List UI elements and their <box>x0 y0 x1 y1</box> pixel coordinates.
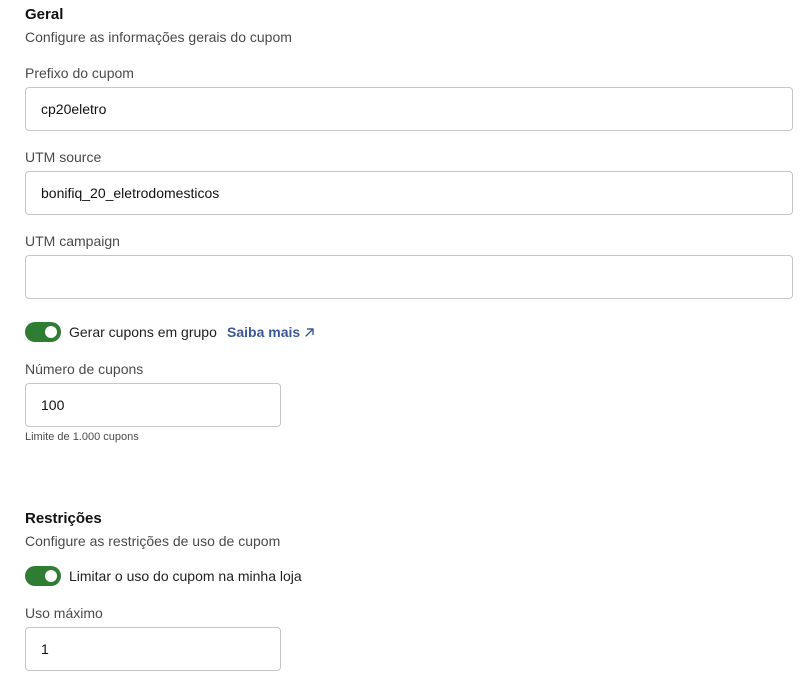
learn-more-link[interactable]: Saiba mais <box>227 324 315 340</box>
group-coupons-toggle-label: Gerar cupons em grupo <box>69 324 217 340</box>
max-use-input[interactable] <box>25 627 281 671</box>
coupon-prefix-label: Prefixo do cupom <box>25 65 134 81</box>
limit-use-toggle-label: Limitar o uso do cupom na minha loja <box>69 568 302 584</box>
general-section-subtitle: Configure as informações gerais do cupom <box>25 29 292 45</box>
coupon-count-helper: Limite de 1.000 cupons <box>25 431 139 443</box>
restrictions-section-title: Restrições <box>25 510 102 527</box>
coupon-count-label: Número de cupons <box>25 361 144 377</box>
coupon-count-input[interactable] <box>25 383 281 427</box>
general-section-title: Geral <box>25 6 64 23</box>
learn-more-link-label: Saiba mais <box>227 324 301 340</box>
utm-campaign-input[interactable] <box>25 255 793 299</box>
toggle-knob <box>45 326 57 338</box>
utm-source-input[interactable] <box>25 171 793 215</box>
limit-use-toggle[interactable] <box>25 566 61 586</box>
group-coupons-toggle[interactable] <box>25 322 61 342</box>
restrictions-section-subtitle: Configure as restrições de uso de cupom <box>25 533 281 549</box>
coupon-prefix-input[interactable] <box>25 87 793 131</box>
external-arrow-icon <box>304 327 315 338</box>
max-use-label: Uso máximo <box>25 605 103 621</box>
utm-source-label: UTM source <box>25 149 102 165</box>
utm-campaign-label: UTM campaign <box>25 233 120 249</box>
toggle-knob <box>45 570 57 582</box>
